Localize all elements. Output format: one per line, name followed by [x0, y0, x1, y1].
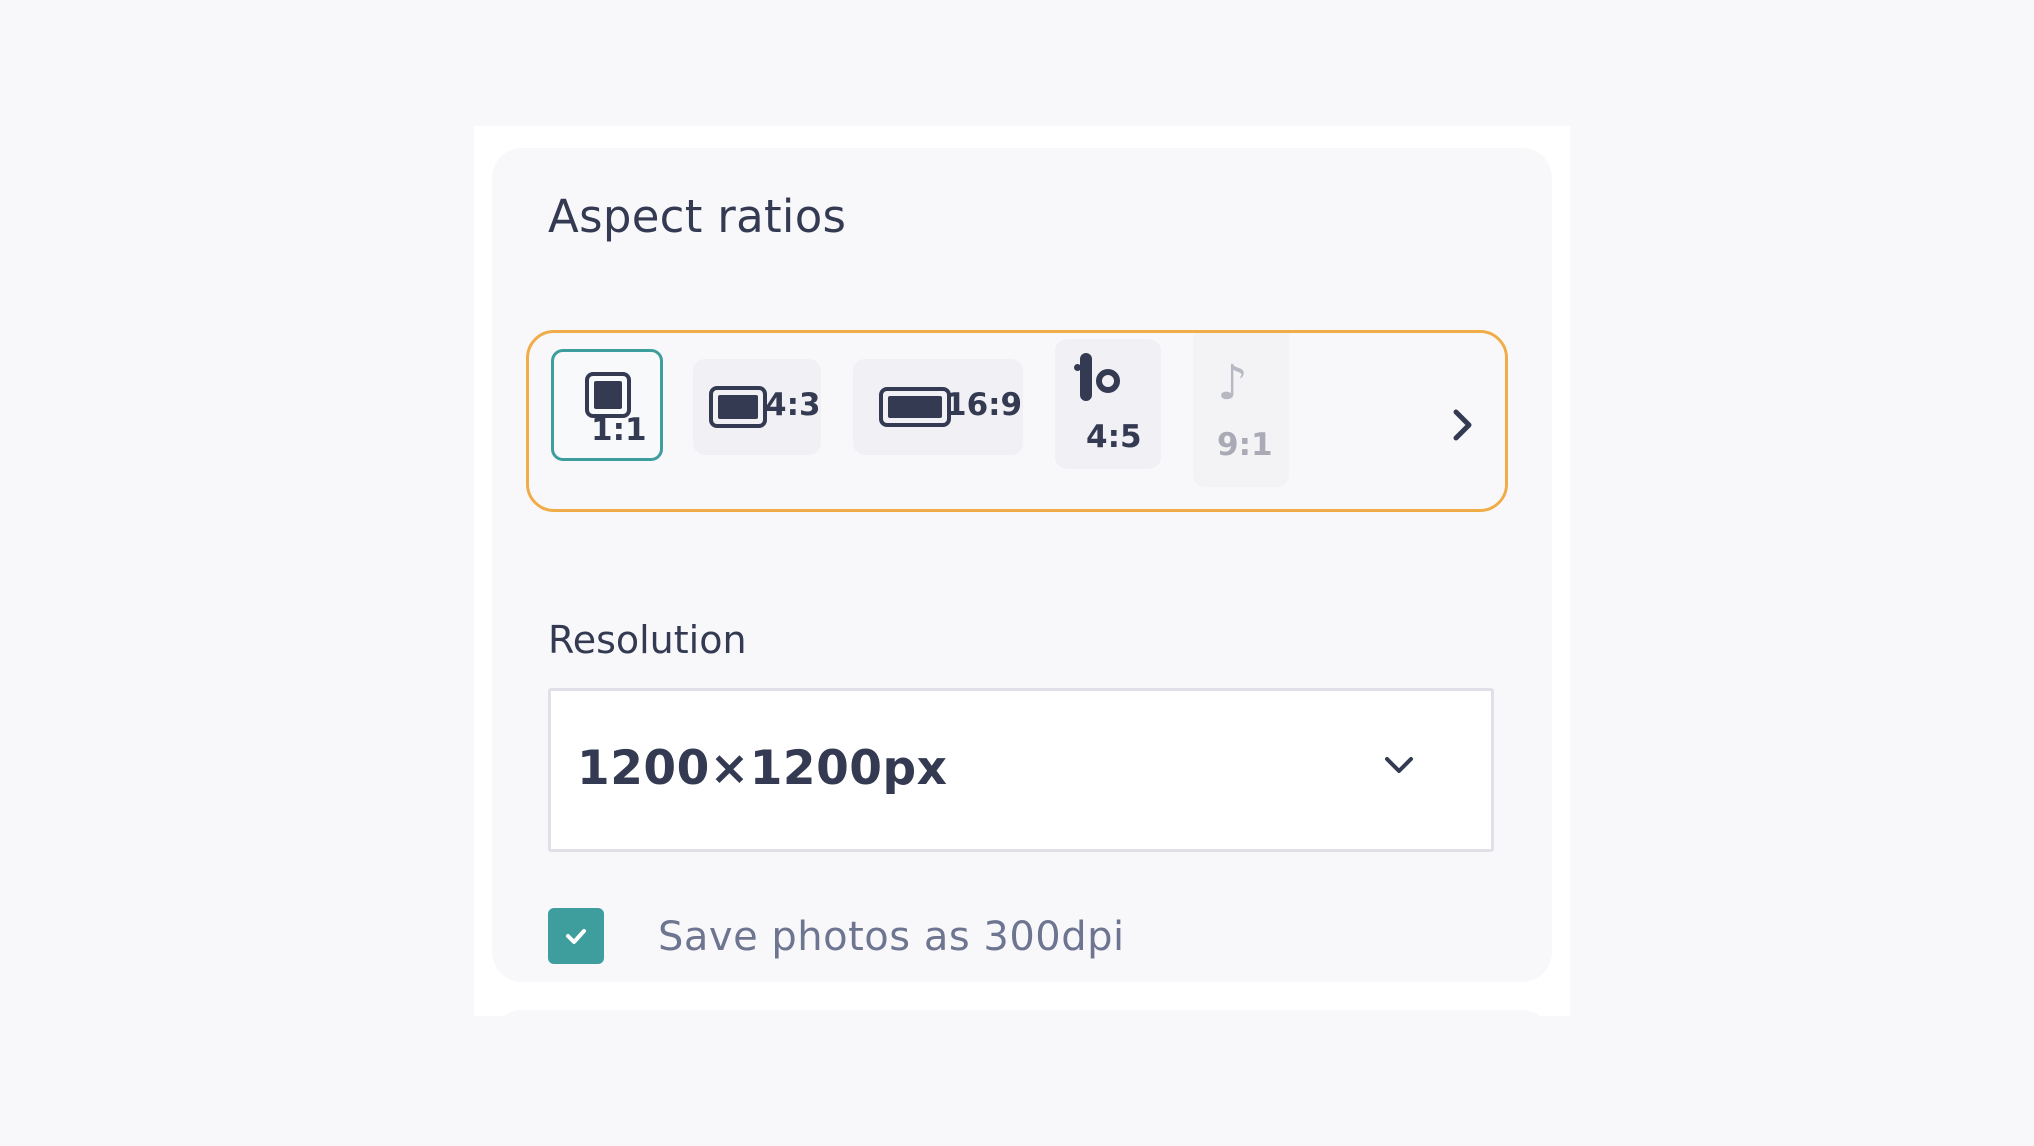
ratio-option-4-5-instagram[interactable]: 4:5: [1055, 339, 1161, 469]
ratio-option-16-9[interactable]: 16:9: [853, 359, 1023, 455]
aspect-ratio-card: Aspect ratios 1:1 4:3 16:9 4:5 ♪ 9:1 Res…: [492, 148, 1552, 982]
ratio-option-1-1[interactable]: 1:1: [551, 349, 663, 461]
ratio-label-4-3: 4:3: [765, 387, 821, 423]
tiktok-icon: ♪: [1217, 355, 1248, 411]
landscape-4-3-frame-icon: [709, 386, 767, 428]
resolution-label: Resolution: [548, 618, 747, 662]
ratio-label-4-5: 4:5: [1086, 419, 1142, 455]
export-settings-panel: Aspect ratios 1:1 4:3 16:9 4:5 ♪ 9:1 Res…: [474, 126, 1570, 1016]
widescreen-16-9-frame-icon: [879, 387, 951, 427]
chevron-right-icon: [1453, 409, 1472, 441]
scroll-right-button[interactable]: [1443, 405, 1483, 445]
resolution-dropdown[interactable]: 1200×1200px: [548, 688, 1494, 852]
chevron-down-icon: [1385, 757, 1413, 773]
checkmark-icon: [566, 929, 586, 944]
ratio-label-1-1: 1:1: [591, 412, 647, 448]
ratio-label-16-9: 16:9: [945, 387, 1023, 423]
instagram-icon: [1074, 353, 1120, 401]
ratio-option-4-3[interactable]: 4:3: [693, 359, 821, 455]
ratio-option-9-1-tiktok[interactable]: ♪ 9:1: [1193, 333, 1289, 487]
aspect-ratios-heading: Aspect ratios: [548, 190, 847, 243]
next-section-card: [492, 1010, 1552, 1016]
aspect-ratio-selector: 1:1 4:3 16:9 4:5 ♪ 9:1: [526, 330, 1508, 512]
save-300dpi-label[interactable]: Save photos as 300dpi: [658, 914, 1125, 960]
ratio-label-9-1: 9:1: [1217, 427, 1273, 463]
save-300dpi-checkbox[interactable]: [548, 908, 604, 964]
resolution-selected-value: 1200×1200px: [577, 741, 948, 796]
